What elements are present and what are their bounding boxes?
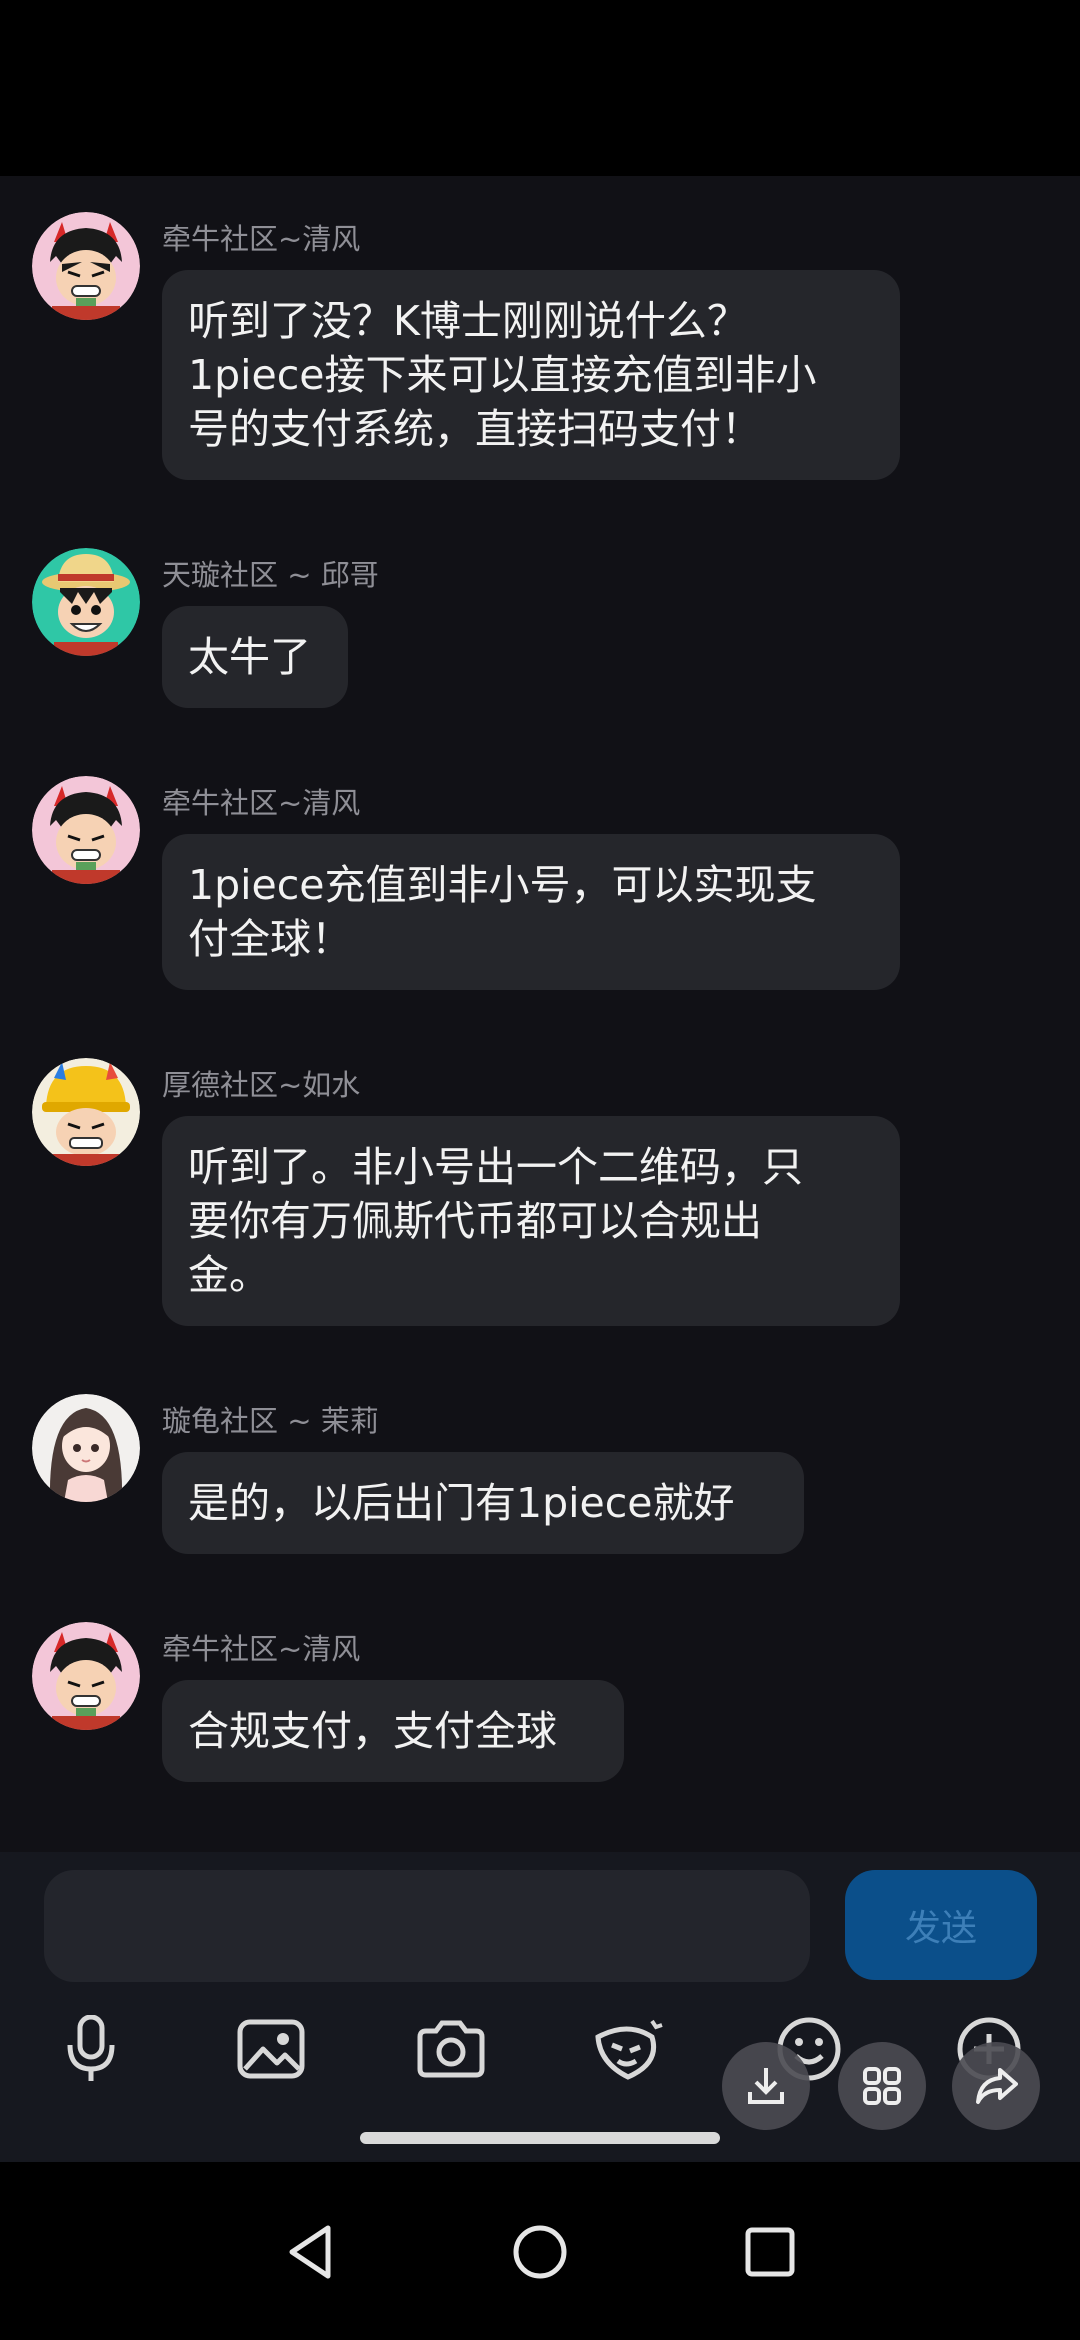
send-button[interactable]: 发送 [845,1870,1037,1980]
home-icon[interactable] [500,2212,580,2292]
grid-icon[interactable] [838,2042,926,2130]
luffy-hat-avatar[interactable] [32,548,140,656]
message-bubble[interactable]: 太牛了 [162,606,348,708]
download-icon[interactable] [722,2042,810,2130]
chat-message-list[interactable]: 牵牛社区~清风 听到了没？K博士刚刚说什么？ 1piece接下来可以直接充值到非… [0,176,1080,1852]
system-nav-bar [0,2162,1080,2340]
message-bubble[interactable]: 合规支付，支付全球 [162,1680,624,1782]
message-bubble[interactable]: 是的，以后出门有1piece就好 [162,1452,804,1554]
helmet-avatar[interactable] [32,1058,140,1166]
luffy-devil-avatar[interactable] [32,212,140,320]
message-bubble[interactable]: 听到了没？K博士刚刚说什么？ 1piece接下来可以直接充值到非小 号的支付系统… [162,270,900,480]
image-icon[interactable] [234,2012,308,2086]
status-bar [0,0,1080,176]
recents-icon[interactable] [730,2212,810,2292]
sender-name: 牵牛社区~清风 [162,786,361,820]
message-text-line: 付全球！ [188,915,352,963]
message-text-line: 合规支付，支付全球 [188,1707,557,1755]
message-text-line: 1piece接下来可以直接充值到非小 [188,351,817,399]
message-text-line: 听到了。非小号出一个二维码，只 [188,1143,803,1191]
gesture-handle[interactable] [360,2132,720,2144]
sender-name: 璇龟社区 ~ 茉莉 [162,1404,379,1438]
message-text-line: 要你有万佩斯代币都可以合规出 [188,1197,762,1245]
message-text-line: 听到了没？K博士刚刚说什么？ [188,297,748,345]
luffy-devil-avatar[interactable] [32,1622,140,1730]
message-text-line: 太牛了 [188,633,311,681]
input-bar: 发送 [0,1852,1080,2162]
microphone-icon[interactable] [54,2012,128,2086]
message-text-line: 是的，以后出门有1piece就好 [188,1479,735,1527]
girl-avatar[interactable] [32,1394,140,1502]
back-icon[interactable] [270,2212,350,2292]
message-bubble[interactable]: 1piece充值到非小号，可以实现支 付全球！ [162,834,900,990]
sender-name: 牵牛社区~清风 [162,222,361,256]
message-bubble[interactable]: 听到了。非小号出一个二维码，只 要你有万佩斯代币都可以合规出 金。 [162,1116,900,1326]
sender-name: 天璇社区 ~ 邱哥 [162,558,379,592]
sender-name: 厚德社区~如水 [162,1068,361,1102]
message-text-line: 号的支付系统，直接扫码支付！ [188,405,762,453]
message-input[interactable] [44,1870,810,1982]
sender-name: 牵牛社区~清风 [162,1632,361,1666]
camera-icon[interactable] [414,2012,488,2086]
luffy-devil-avatar[interactable] [32,776,140,884]
share-icon[interactable] [952,2042,1040,2130]
message-text-line: 金。 [188,1251,270,1299]
message-text-line: 1piece充值到非小号，可以实现支 [188,861,817,909]
sticker-icon[interactable] [592,2012,666,2086]
